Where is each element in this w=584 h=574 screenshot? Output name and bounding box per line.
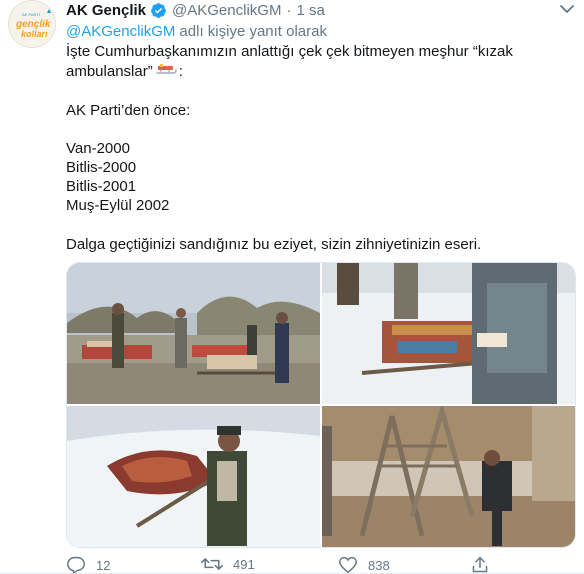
avatar-text-top: AK PARTİ: [22, 12, 40, 17]
retweet-action[interactable]: 491: [201, 556, 255, 572]
body-line-2-text: ambulanslar”: [66, 63, 153, 80]
heart-icon: [339, 556, 357, 574]
body-line-8: Dalga geçtiğinizi sandığınız bu eziyet, …: [66, 236, 482, 253]
body-line-3: AK Parti’den önce:: [66, 102, 191, 119]
handle[interactable]: @AKGenclikGM: [172, 2, 281, 19]
body-line-2-colon: :: [178, 63, 183, 80]
reply-count: 12: [96, 557, 111, 573]
body-line-5: Bitlis-2000: [66, 159, 137, 176]
photo-mus-2002[interactable]: [322, 406, 575, 547]
avatar-text-bottom: kolları: [21, 29, 48, 39]
photo-bitlis-2000[interactable]: [322, 263, 575, 404]
reply-icon: [67, 556, 85, 574]
reply-mention-link[interactable]: @AKGenclikGM: [66, 23, 175, 40]
media-grid: [66, 262, 576, 548]
body-line-7: Muş-Eylül 2002: [66, 197, 170, 214]
body-line-1: İşte Cumhurbaşkanımızın anlattığı çek çe…: [66, 43, 513, 60]
display-name[interactable]: AK Gençlik: [66, 2, 146, 19]
share-icon: [472, 556, 488, 573]
retweet-icon: [201, 558, 223, 570]
retweet-count: 491: [233, 556, 255, 572]
verified-badge-icon: [151, 2, 166, 18]
body-line-2: ambulanslar”:: [66, 62, 183, 84]
share-action[interactable]: [471, 556, 499, 574]
timestamp[interactable]: 1 sa: [296, 2, 324, 19]
tweet[interactable]: AK PARTİ gençlik kolları AK Gençlik @AKG…: [0, 0, 584, 574]
body-line-4: Van-2000: [66, 140, 130, 157]
tweet-header: AK Gençlik @AKGenclikGM · 1 sa: [66, 0, 325, 20]
sled-emoji-icon: [155, 62, 177, 84]
reply-label: adlı kişiye yanıt olarak: [179, 23, 327, 40]
reply-context: @AKGenclikGM adlı kişiye yanıt olarak: [66, 23, 327, 40]
chevron-down-icon[interactable]: [558, 2, 576, 16]
photo-bitlis-2001[interactable]: [67, 406, 320, 547]
avatar[interactable]: AK PARTİ gençlik kolları: [8, 0, 56, 48]
body-line-6: Bitlis-2001: [66, 178, 137, 195]
tweet-actions: 12 491 838: [66, 556, 576, 574]
separator-dot: ·: [286, 1, 292, 19]
like-count: 838: [368, 557, 390, 573]
like-action[interactable]: 838: [338, 556, 390, 574]
photo-van-2000[interactable]: [67, 263, 320, 404]
reply-action[interactable]: 12: [66, 556, 110, 574]
avatar-logo: AK PARTİ gençlik kolları: [9, 1, 55, 47]
